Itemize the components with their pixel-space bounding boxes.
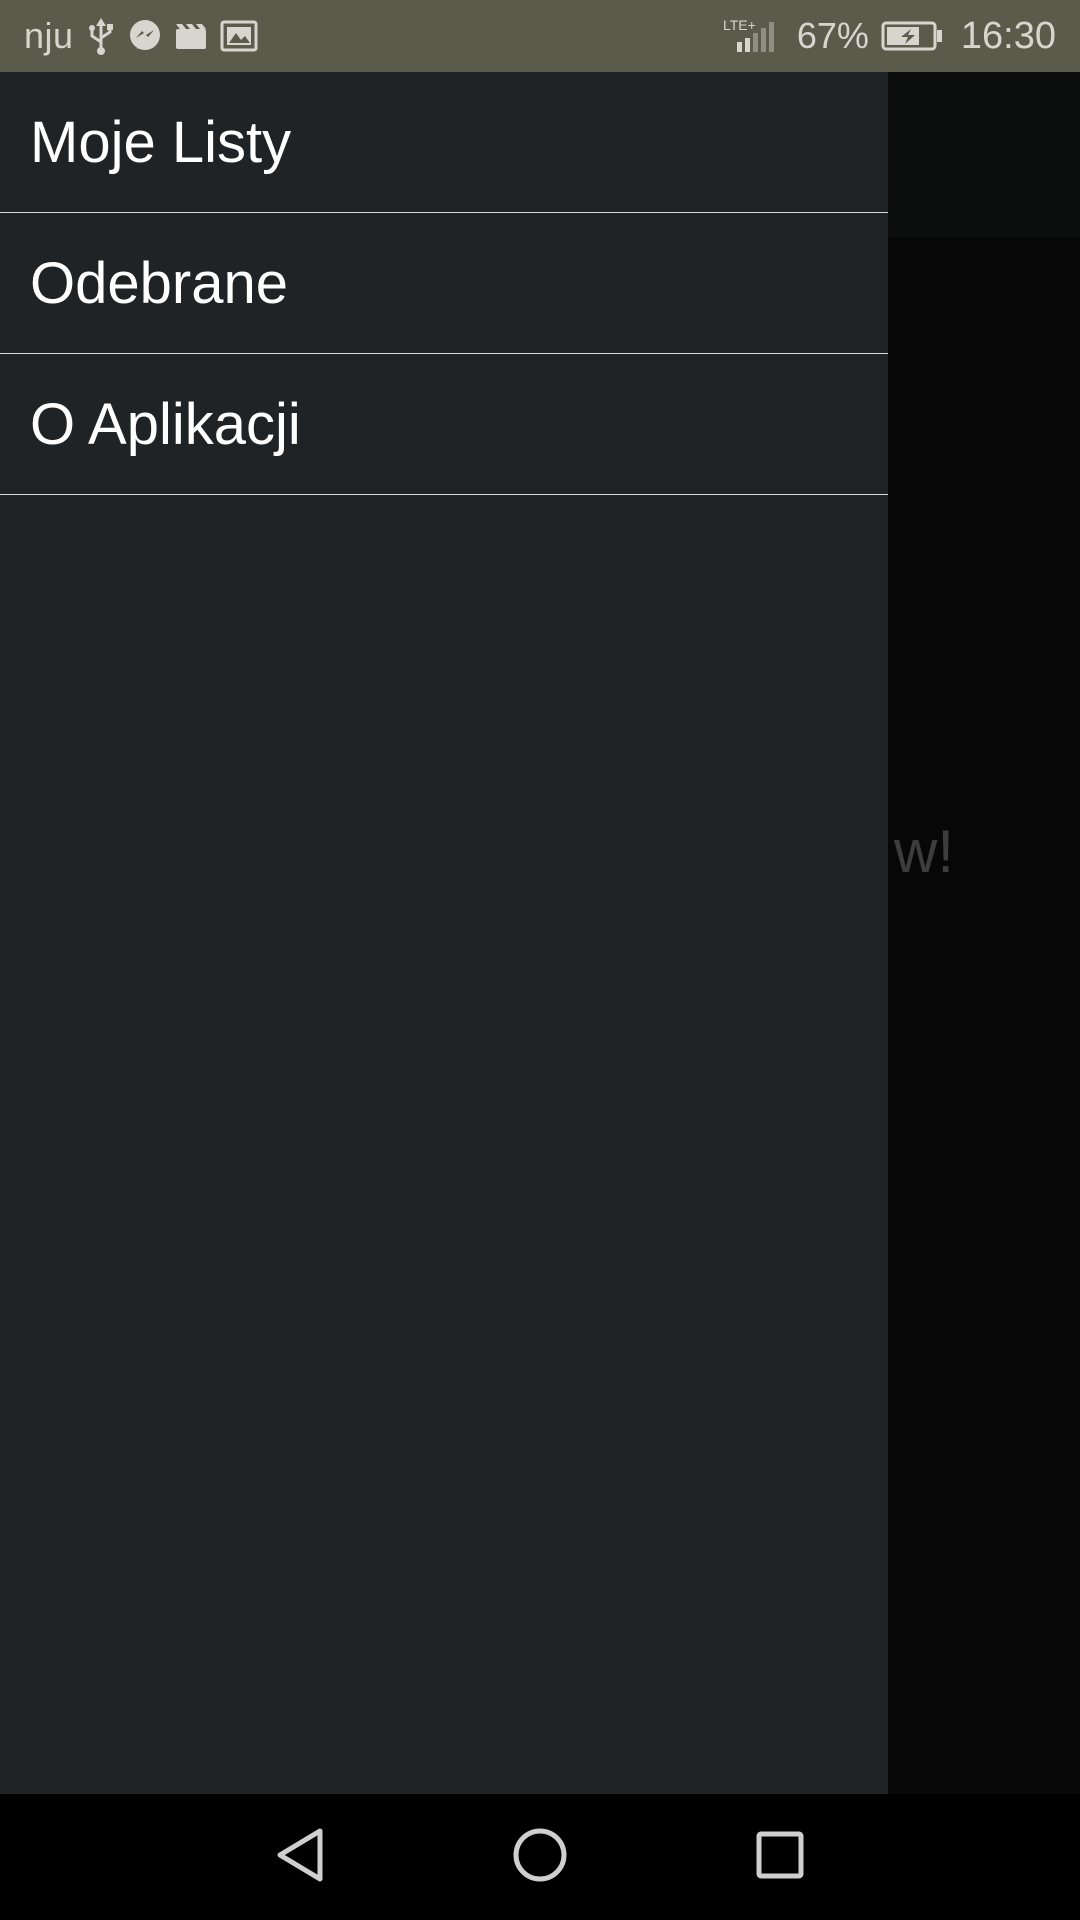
status-bar-right: LTE+ 67% 16:30 (723, 15, 1056, 58)
recents-button[interactable] (745, 1822, 815, 1892)
signal-icon: LTE+ (723, 16, 785, 56)
usb-icon (86, 16, 116, 56)
clock: 16:30 (960, 14, 1056, 57)
carrier-name: nju (24, 15, 74, 56)
navigation-drawer: Moje Listy Odebrane O Aplikacji (0, 72, 888, 1794)
drawer-item-label: O Aplikacji (30, 391, 301, 457)
drawer-item-label: Moje Listy (30, 109, 292, 175)
status-bar: nju LTE+ 67% 16:30 (0, 0, 1080, 72)
navigation-bar (0, 1794, 1080, 1920)
gallery-icon (220, 20, 258, 52)
back-button[interactable] (265, 1822, 335, 1892)
drawer-item-o-aplikacji[interactable]: O Aplikacji (0, 354, 888, 495)
video-icon (174, 21, 208, 51)
network-type: LTE+ (723, 17, 756, 33)
drawer-item-label: Odebrane (30, 250, 288, 316)
drawer-item-moje-listy[interactable]: Moje Listy (0, 72, 888, 213)
home-icon (510, 1825, 570, 1890)
messenger-icon (128, 19, 162, 53)
status-bar-left: nju (24, 15, 258, 57)
battery-percent: 67% (796, 15, 869, 56)
back-icon (270, 1825, 330, 1890)
recents-icon (750, 1825, 810, 1890)
battery-icon (881, 20, 943, 52)
screen: nju LTE+ 67% 16:30 Moje Listy Odebrane O… (0, 0, 1080, 1920)
drawer-item-odebrane[interactable]: Odebrane (0, 213, 888, 354)
home-button[interactable] (505, 1822, 575, 1892)
